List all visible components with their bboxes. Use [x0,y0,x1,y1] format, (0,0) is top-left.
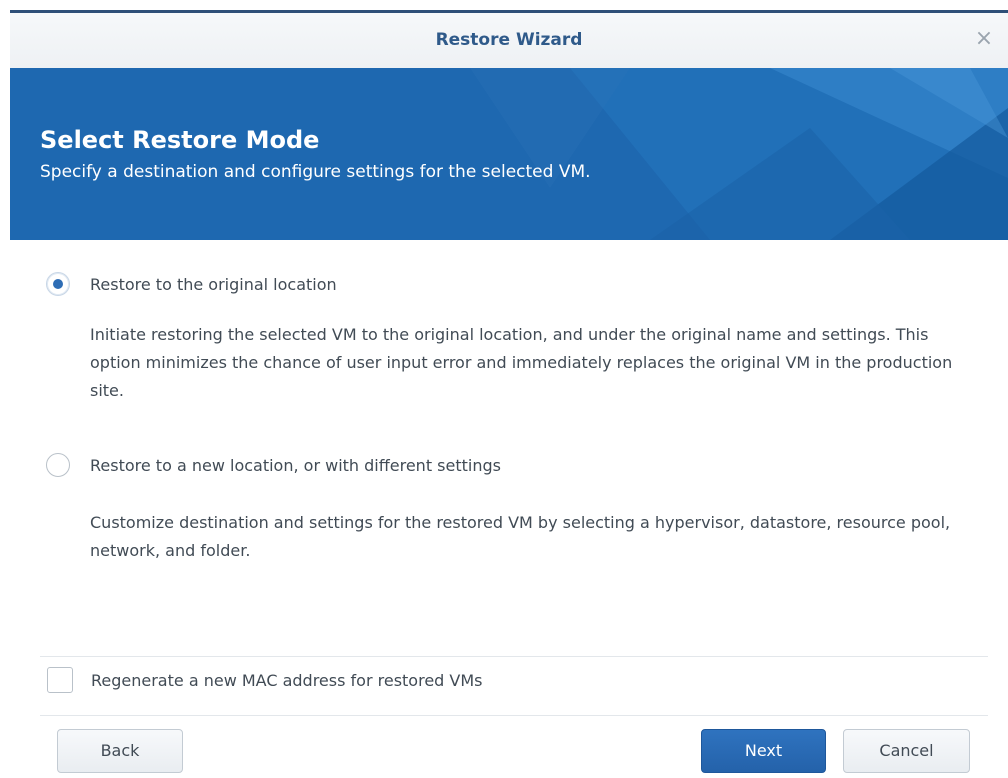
option-new-location[interactable]: Restore to a new location, or with diffe… [46,453,501,477]
divider [40,656,988,657]
restore-wizard-dialog: Restore Wizard × Select Restore Mode Spe… [0,0,1008,778]
option-description: Initiate restoring the selected VM to th… [90,325,953,400]
option-original-location[interactable]: Restore to the original location [46,272,337,296]
header-banner: Select Restore Mode Specify a destinatio… [10,68,1008,240]
mac-address-label: Regenerate a new MAC address for restore… [91,670,483,690]
option-label: Restore to a new location, or with diffe… [90,455,501,475]
option-label: Restore to the original location [90,274,337,294]
title-bar: Restore Wizard × [10,10,1008,68]
radio-original-location[interactable] [46,272,70,296]
banner-background [10,68,1008,240]
back-button[interactable]: Back [57,729,183,773]
banner-subtitle: Specify a destination and configure sett… [40,162,591,182]
close-icon[interactable]: × [974,28,994,50]
next-button[interactable]: Next [701,729,826,773]
mac-address-checkbox[interactable] [47,667,73,693]
radio-new-location[interactable] [46,453,70,477]
cancel-button[interactable]: Cancel [843,729,970,773]
option-description: Customize destination and settings for t… [90,513,951,560]
mac-address-option[interactable]: Regenerate a new MAC address for restore… [47,667,482,693]
banner-title: Select Restore Mode [40,126,320,154]
window-title: Restore Wizard [435,30,583,50]
divider [40,715,988,716]
